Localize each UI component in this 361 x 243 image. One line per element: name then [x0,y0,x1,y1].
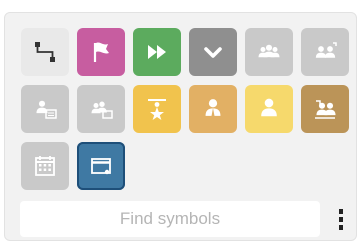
symbol-tile-sequence-flow[interactable] [21,28,69,76]
flag-icon [93,42,109,62]
find-symbols-input[interactable] [20,201,320,237]
users-external-icon [315,42,337,58]
symbol-tile-group-external[interactable] [301,28,349,76]
symbol-tile-user-group-document[interactable] [77,85,125,133]
more-dot [339,216,343,222]
symbol-tile-group[interactable] [245,28,293,76]
window-icon [91,158,111,175]
symbol-tile-start-flag[interactable] [77,28,125,76]
symbol-tile-person[interactable] [245,85,293,133]
symbol-tile-calendar[interactable] [21,142,69,190]
person-icon [205,99,221,118]
user-group-document-icon [91,101,113,119]
connector-icon [35,42,55,62]
symbol-palette [4,12,357,241]
symbol-tile-organization[interactable] [301,85,349,133]
users-icon [258,44,280,58]
star-person-icon [148,99,166,120]
more-vertical-icon[interactable] [331,203,351,235]
calendar-icon [35,156,55,176]
symbol-tile-decision[interactable] [189,28,237,76]
symbol-tile-window-event[interactable] [77,142,125,190]
fast-forward-icon [148,45,166,59]
more-dot [339,208,343,214]
symbol-tile-user-document[interactable] [21,85,69,133]
person-solid-icon [261,98,277,117]
user-document-icon [36,100,57,119]
symbol-tile-star-performer[interactable] [133,85,181,133]
org-people-icon [315,100,336,119]
more-dot [339,224,343,230]
chevron-down-icon [204,47,222,58]
symbol-tile-role[interactable] [189,85,237,133]
symbol-tile-fast-forward[interactable] [133,28,181,76]
